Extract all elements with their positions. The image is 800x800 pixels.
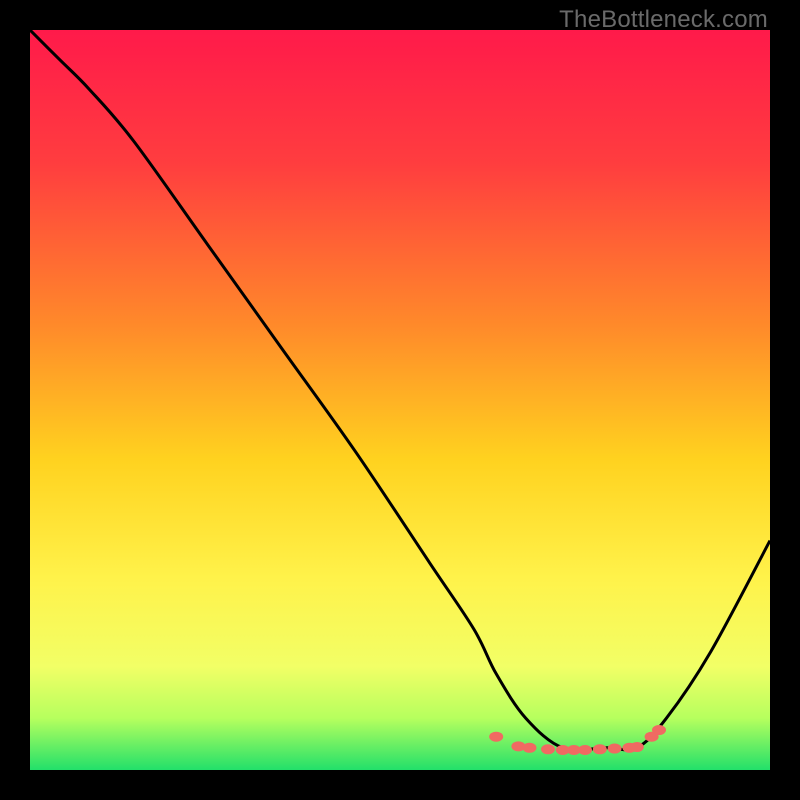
gradient-background bbox=[30, 30, 770, 770]
optimal-range-dot bbox=[652, 725, 666, 735]
optimal-range-dot bbox=[541, 744, 555, 754]
bottleneck-chart bbox=[30, 30, 770, 770]
optimal-range-dot bbox=[578, 745, 592, 755]
optimal-range-dot bbox=[608, 744, 622, 754]
optimal-range-dot bbox=[489, 732, 503, 742]
optimal-range-dot bbox=[630, 742, 644, 752]
optimal-range-dot bbox=[593, 744, 607, 754]
optimal-range-dot bbox=[523, 743, 537, 753]
chart-frame bbox=[30, 30, 770, 770]
